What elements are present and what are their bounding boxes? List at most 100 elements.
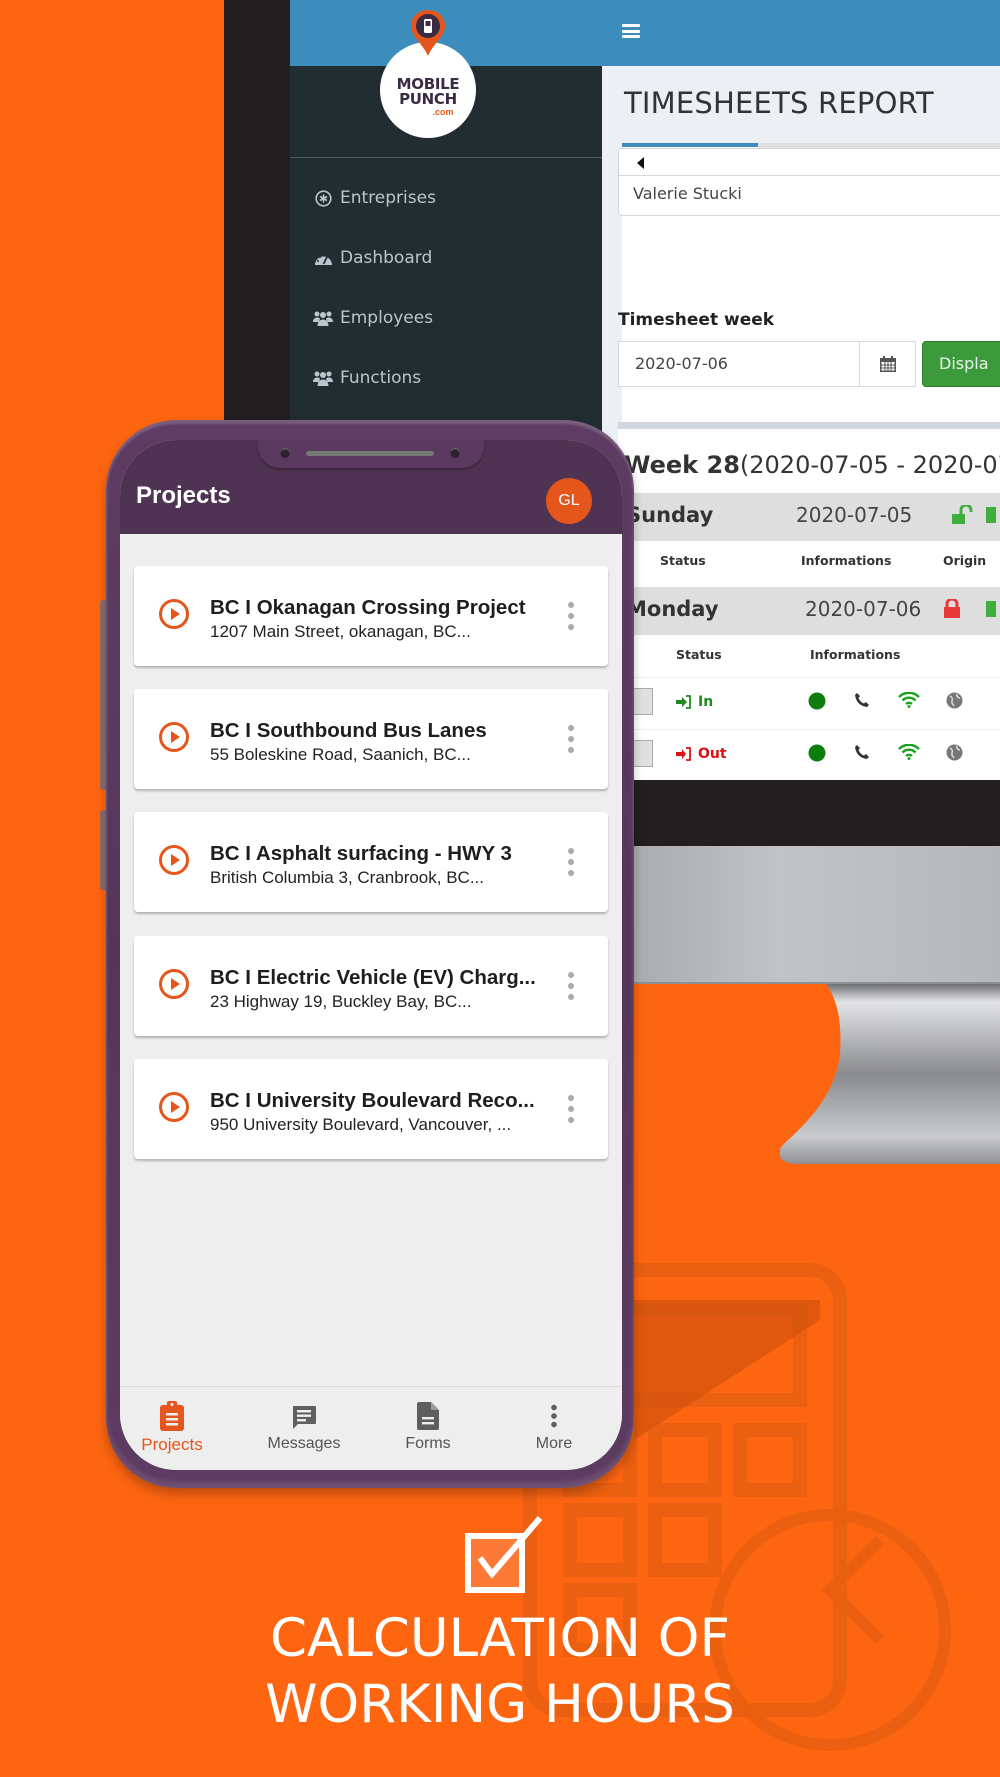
admin-top-bar: [602, 0, 1000, 66]
project-card[interactable]: BC I Okanagan Crossing Project 1207 Main …: [134, 566, 608, 666]
more-options-icon[interactable]: [566, 1095, 576, 1123]
document-icon: [417, 1402, 439, 1430]
punch-row-in: In: [618, 677, 1000, 729]
sidebar-nav: Entreprises Dashboard Employees Function…: [312, 168, 436, 408]
sidebar-item-dashboard[interactable]: Dashboard: [312, 228, 436, 288]
day-row-sunday: Sunday 2020-07-05: [618, 493, 1000, 541]
sign-out-icon: [676, 747, 691, 761]
headline-line-2: WORKING HOURS: [265, 1674, 735, 1735]
dashboard-gauge-icon: [312, 249, 334, 267]
nav-tab-forms[interactable]: Forms: [368, 1387, 488, 1470]
more-options-icon[interactable]: [566, 848, 576, 876]
week-title: Week 28(2020-07-05 - 2020-07-1: [624, 451, 1000, 479]
phone-icon[interactable]: [854, 692, 870, 708]
employee-select[interactable]: Valerie Stucki: [618, 148, 1000, 216]
play-circle-icon[interactable]: [158, 968, 190, 1000]
sidebar-item-functions[interactable]: Functions: [312, 348, 436, 408]
globe-icon[interactable]: [946, 692, 963, 709]
calendar-icon: [879, 356, 896, 372]
employee-select-value: Valerie Stucki: [633, 184, 742, 203]
monitor-stand: [780, 984, 1000, 1164]
project-address: 23 Highway 19, Buckley Bay, BC...: [210, 992, 472, 1011]
play-circle-icon[interactable]: [158, 721, 190, 753]
play-circle-icon[interactable]: [158, 1091, 190, 1123]
app-bar: Projects GL: [120, 440, 622, 534]
timesheet-week-label: Timesheet week: [618, 310, 775, 330]
status-dot-icon: [808, 692, 826, 710]
monitor-chin: [634, 846, 1000, 984]
project-title: BC I Okanagan Crossing Project: [210, 596, 526, 619]
project-address: 1207 Main Street, okanagan, BC...: [210, 622, 471, 641]
column-header-informations: Informations: [801, 553, 892, 568]
project-address: British Columbia 3, Cranbrook, BC...: [210, 868, 484, 887]
project-card[interactable]: BC I Electric Vehicle (EV) Charg... 23 Hi…: [134, 936, 608, 1036]
week-date-input[interactable]: 2020-07-06: [618, 341, 860, 387]
column-header-status: Status: [676, 647, 722, 662]
sidebar-item-label: Employees: [340, 308, 434, 328]
sidebar-item-label: Entreprises: [340, 188, 436, 208]
users-icon: [312, 369, 334, 387]
phone-icon[interactable]: [854, 744, 870, 760]
calendar-check-icon[interactable]: [986, 505, 996, 525]
app-title: Projects: [136, 482, 231, 509]
headline: CALCULATION OF WORKING HOURS: [0, 1606, 1000, 1738]
asterisk-circle-icon: [312, 189, 334, 207]
phone-screen: Projects GL BC I Okanagan Crossing Proje…: [120, 440, 622, 1470]
more-options-icon[interactable]: [566, 602, 576, 630]
headline-line-1: CALCULATION OF: [270, 1608, 730, 1669]
sidebar-item-label: Dashboard: [340, 248, 433, 268]
checkbox-checked-icon: [465, 1516, 543, 1593]
day-row-monday: Monday 2020-07-06: [618, 587, 1000, 635]
project-address: 55 Boleskine Road, Saanich, BC...: [210, 745, 471, 764]
phone-notch: [258, 440, 484, 468]
bottom-navigation: Projects Messages Forms More: [120, 1386, 622, 1470]
project-title: BC I Asphalt surfacing - HWY 3: [210, 842, 512, 865]
more-options-icon[interactable]: [566, 972, 576, 1000]
sidebar-item-label: Functions: [340, 368, 422, 388]
project-address: 950 University Boulevard, Vancouver, ...: [210, 1115, 512, 1134]
calendar-button[interactable]: [860, 341, 916, 387]
project-card[interactable]: BC I Southbound Bus Lanes 55 Boleskine Ro…: [134, 689, 608, 789]
punch-row-out: Out: [618, 729, 1000, 781]
lock-icon[interactable]: [944, 599, 960, 619]
nav-tab-messages[interactable]: Messages: [244, 1387, 364, 1470]
project-title: BC I University Boulevard Reco...: [210, 1089, 535, 1112]
clipboard-icon: [160, 1401, 184, 1431]
calendar-check-icon[interactable]: [986, 599, 996, 619]
project-card[interactable]: BC I Asphalt surfacing - HWY 3 British Co…: [134, 812, 608, 912]
wifi-icon[interactable]: [898, 692, 920, 708]
nav-tab-more[interactable]: More: [494, 1387, 614, 1470]
message-icon: [293, 1406, 316, 1429]
caret-left-icon: [637, 157, 644, 169]
column-header-origin: Origin: [943, 553, 987, 568]
sidebar-item-employees[interactable]: Employees: [312, 288, 436, 348]
punch-status-out: Out: [698, 746, 727, 762]
column-header-informations: Informations: [810, 647, 901, 662]
status-dot-icon: [808, 744, 826, 762]
page-title: TIMESHEETS REPORT: [624, 86, 934, 120]
phone-frame: Projects GL BC I Okanagan Crossing Proje…: [106, 420, 634, 1488]
hamburger-icon[interactable]: [622, 24, 640, 38]
unlock-icon[interactable]: [952, 505, 974, 525]
globe-icon[interactable]: [946, 744, 963, 761]
sign-in-icon: [676, 695, 691, 709]
project-title: BC I Southbound Bus Lanes: [210, 719, 487, 742]
week-card: Week 28(2020-07-05 - 2020-07-1 Sunday 20…: [618, 422, 1000, 780]
display-button[interactable]: Displa: [922, 341, 1000, 387]
play-circle-icon[interactable]: [158, 844, 190, 876]
play-circle-icon[interactable]: [158, 598, 190, 630]
more-options-icon[interactable]: [566, 725, 576, 753]
admin-content: TIMESHEETS REPORT Timesheets Fixed time …: [602, 66, 1000, 780]
sidebar-item-entreprises[interactable]: Entreprises: [312, 168, 436, 228]
mobile-punch-logo[interactable]: MOBILE PUNCH .com: [378, 10, 478, 138]
avatar[interactable]: GL: [546, 478, 592, 524]
more-vertical-icon: [551, 1404, 557, 1428]
project-card[interactable]: BC I University Boulevard Reco... 950 Uni…: [134, 1059, 608, 1159]
punch-status-in: In: [698, 694, 714, 710]
column-header-status: Status: [660, 553, 706, 568]
wifi-icon[interactable]: [898, 744, 920, 760]
project-title: BC I Electric Vehicle (EV) Charg...: [210, 966, 536, 989]
users-icon: [312, 309, 334, 327]
sidebar-divider: [290, 157, 602, 158]
nav-tab-projects[interactable]: Projects: [120, 1387, 232, 1470]
